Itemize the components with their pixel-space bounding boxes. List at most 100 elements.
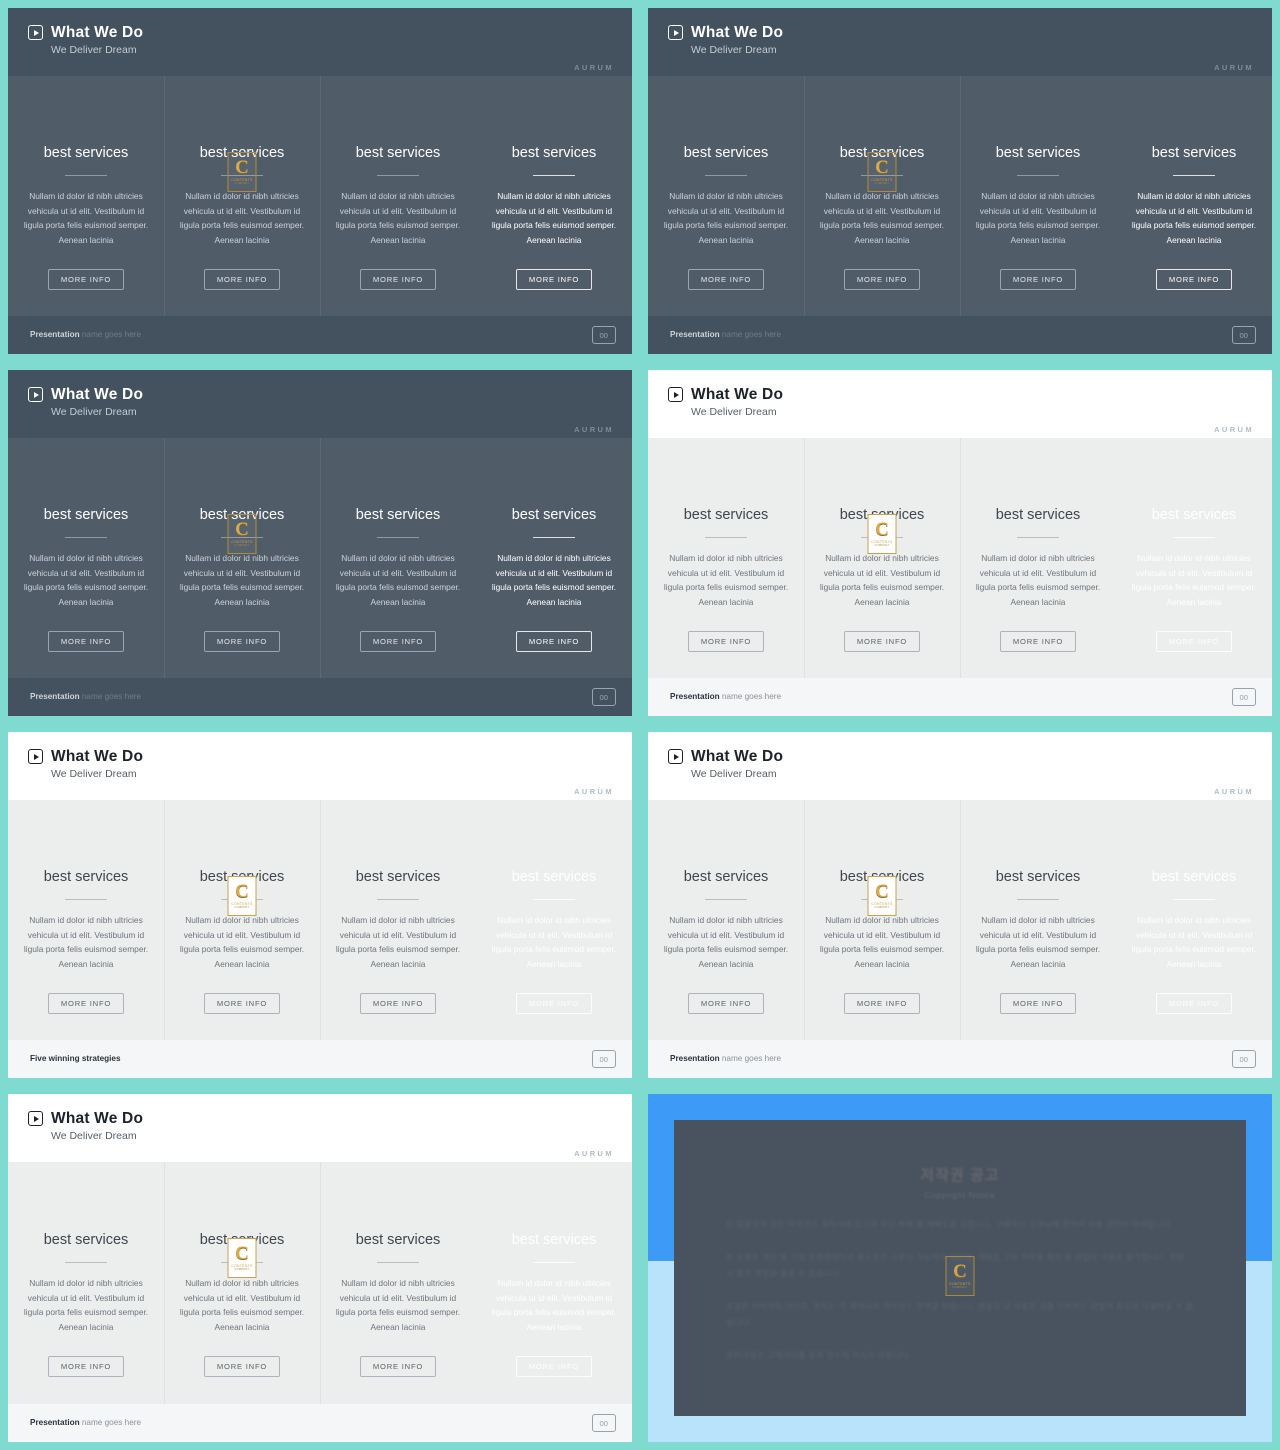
service-card-2[interactable]: best services Nullam id dolor id nibh ul… (164, 76, 320, 316)
card-title: best services (355, 145, 441, 162)
card-body: Nullam id dolor id nibh ultricies vehicu… (179, 553, 305, 607)
more-info-button[interactable]: MORE INFO (843, 269, 921, 290)
service-card-2[interactable]: best services Nullam id dolor id nibh ul… (804, 800, 960, 1040)
more-info-button[interactable]: MORE INFO (687, 993, 765, 1014)
service-card-1[interactable]: best services Nullam id dolor id nibh ul… (648, 76, 804, 316)
more-info-button[interactable]: MORE INFO (203, 269, 281, 290)
service-card-3[interactable]: best services Nullam id dolor id nibh ul… (320, 438, 476, 678)
more-info-button[interactable]: MORE INFO (999, 631, 1077, 652)
card-title: best services (355, 869, 441, 886)
service-card-4[interactable]: best services Nullam id dolor id nibh ul… (476, 76, 632, 316)
service-card-4[interactable]: best services Nullam id dolor id nibh ul… (1116, 800, 1272, 1040)
more-info-button[interactable]: MORE INFO (203, 993, 281, 1014)
service-card-2[interactable]: best services Nullam id dolor id nibh ul… (164, 800, 320, 1040)
more-info-button[interactable]: MORE INFO (47, 631, 125, 652)
more-info-button[interactable]: MORE INFO (359, 631, 437, 652)
service-card-1[interactable]: best services Nullam id dolor id nibh ul… (8, 1162, 164, 1404)
service-card-3[interactable]: best services Nullam id dolor id nibh ul… (960, 76, 1116, 316)
slide-footer: Presentation name goes here 00 (648, 316, 1272, 354)
more-info-button[interactable]: MORE INFO (687, 269, 765, 290)
service-card-4[interactable]: best services Nullam id dolor id nibh ul… (476, 800, 632, 1040)
service-card-3[interactable]: best services Nullam id dolor id nibh ul… (960, 800, 1116, 1040)
card-divider (1173, 536, 1215, 539)
footer-label-rest: name goes here (79, 329, 142, 339)
slide-footer: Five winning strategies 00 (8, 1040, 632, 1078)
service-card-1[interactable]: best services Nullam id dolor id nibh ul… (8, 800, 164, 1040)
copyright-notice-panel: 저작권 공고 Copyright Notice 본 템플릿의 모든 저작권은 제… (674, 1120, 1246, 1416)
card-body: Nullam id dolor id nibh ultricies vehicu… (491, 915, 617, 969)
service-card-4[interactable]: best services Nullam id dolor id nibh ul… (1116, 438, 1272, 678)
more-info-button[interactable]: MORE INFO (999, 993, 1077, 1014)
more-info-button[interactable]: MORE INFO (47, 993, 125, 1014)
more-info-button[interactable]: MORE INFO (1155, 269, 1233, 290)
card-body: Nullam id dolor id nibh ultricies vehicu… (179, 1278, 305, 1332)
card-divider (705, 898, 747, 901)
card-body: Nullam id dolor id nibh ultricies vehicu… (335, 191, 461, 245)
logo-letter: C (875, 157, 889, 178)
service-card-4[interactable]: best services Nullam id dolor id nibh ul… (476, 1162, 632, 1404)
slide-4: What We Do We Deliver Dream AURUM best s… (648, 370, 1272, 716)
card-body: Nullam id dolor id nibh ultricies vehicu… (179, 191, 305, 245)
card-body: Nullam id dolor id nibh ultricies vehicu… (491, 1278, 617, 1332)
service-card-2[interactable]: best services Nullam id dolor id nibh ul… (804, 438, 960, 678)
service-card-3[interactable]: best services Nullam id dolor id nibh ul… (320, 76, 476, 316)
service-card-3[interactable]: best services Nullam id dolor id nibh ul… (320, 1162, 476, 1404)
play-icon (28, 387, 43, 403)
logo-letter: C (235, 519, 249, 540)
footer-label-bold: Presentation (670, 691, 720, 701)
service-card-2[interactable]: best services Nullam id dolor id nibh ul… (164, 1162, 320, 1404)
more-info-button[interactable]: MORE INFO (999, 269, 1077, 290)
more-info-button[interactable]: MORE INFO (359, 269, 437, 290)
slide-footer: Presentation name goes here 00 (648, 678, 1272, 716)
service-columns: best services Nullam id dolor id nibh ul… (8, 800, 632, 1040)
brand-mark: AURUM (1214, 63, 1254, 72)
more-info-button[interactable]: MORE INFO (359, 1356, 437, 1377)
card-body: Nullam id dolor id nibh ultricies vehicu… (975, 915, 1101, 969)
service-card-4[interactable]: best services Nullam id dolor id nibh ul… (476, 438, 632, 678)
more-info-button[interactable]: MORE INFO (47, 269, 125, 290)
card-title: best services (355, 1232, 441, 1249)
more-info-button[interactable]: MORE INFO (515, 631, 593, 652)
more-info-button[interactable]: MORE INFO (843, 631, 921, 652)
service-card-1[interactable]: best services Nullam id dolor id nibh ul… (8, 438, 164, 678)
page-subtitle: We Deliver Dream (51, 43, 137, 56)
card-divider (1017, 536, 1059, 539)
more-info-button[interactable]: MORE INFO (1155, 993, 1233, 1014)
service-card-2[interactable]: best services Nullam id dolor id nibh ul… (164, 438, 320, 678)
logo-word-2: COMPANY (952, 1286, 968, 1290)
more-info-button[interactable]: MORE INFO (515, 269, 593, 290)
more-info-button[interactable]: MORE INFO (47, 1356, 125, 1377)
service-columns: best services Nullam id dolor id nibh ul… (8, 1162, 632, 1404)
page-number: 00 (1231, 325, 1256, 345)
more-info-button[interactable]: MORE INFO (203, 1356, 281, 1377)
service-card-3[interactable]: best services Nullam id dolor id nibh ul… (320, 800, 476, 1040)
page-subtitle: We Deliver Dream (51, 1129, 137, 1142)
service-card-1[interactable]: best services Nullam id dolor id nibh ul… (8, 76, 164, 316)
more-info-button[interactable]: MORE INFO (515, 1356, 593, 1377)
more-info-button[interactable]: MORE INFO (687, 631, 765, 652)
footer-label-rest: name goes here (719, 329, 782, 339)
more-info-button[interactable]: MORE INFO (203, 631, 281, 652)
footer-label: Presentation name goes here (670, 1054, 781, 1063)
service-card-1[interactable]: best services Nullam id dolor id nibh ul… (648, 438, 804, 678)
more-info-button[interactable]: MORE INFO (515, 993, 593, 1014)
service-card-3[interactable]: best services Nullam id dolor id nibh ul… (960, 438, 1116, 678)
contents-company-logo: C CONTENTS COMPANY (227, 514, 257, 554)
footer-label-rest: name goes here (79, 691, 142, 701)
card-title: best services (683, 507, 769, 524)
card-divider (533, 536, 575, 539)
service-columns: best services Nullam id dolor id nibh ul… (648, 438, 1272, 678)
footer-label-rest: name goes here (719, 691, 782, 701)
service-card-2[interactable]: best services Nullam id dolor id nibh ul… (804, 76, 960, 316)
slide-header: What We Do We Deliver Dream AURUM (8, 370, 632, 438)
more-info-button[interactable]: MORE INFO (843, 993, 921, 1014)
service-card-4[interactable]: best services Nullam id dolor id nibh ul… (1116, 76, 1272, 316)
more-info-button[interactable]: MORE INFO (359, 993, 437, 1014)
footer-label-rest: name goes here (79, 1417, 142, 1427)
card-title: best services (511, 145, 597, 162)
service-card-1[interactable]: best services Nullam id dolor id nibh ul… (648, 800, 804, 1040)
slide-footer: Presentation name goes here 00 (8, 678, 632, 716)
page-subtitle: We Deliver Dream (691, 767, 777, 780)
slide-footer: Presentation name goes here 00 (8, 1404, 632, 1442)
more-info-button[interactable]: MORE INFO (1155, 631, 1233, 652)
